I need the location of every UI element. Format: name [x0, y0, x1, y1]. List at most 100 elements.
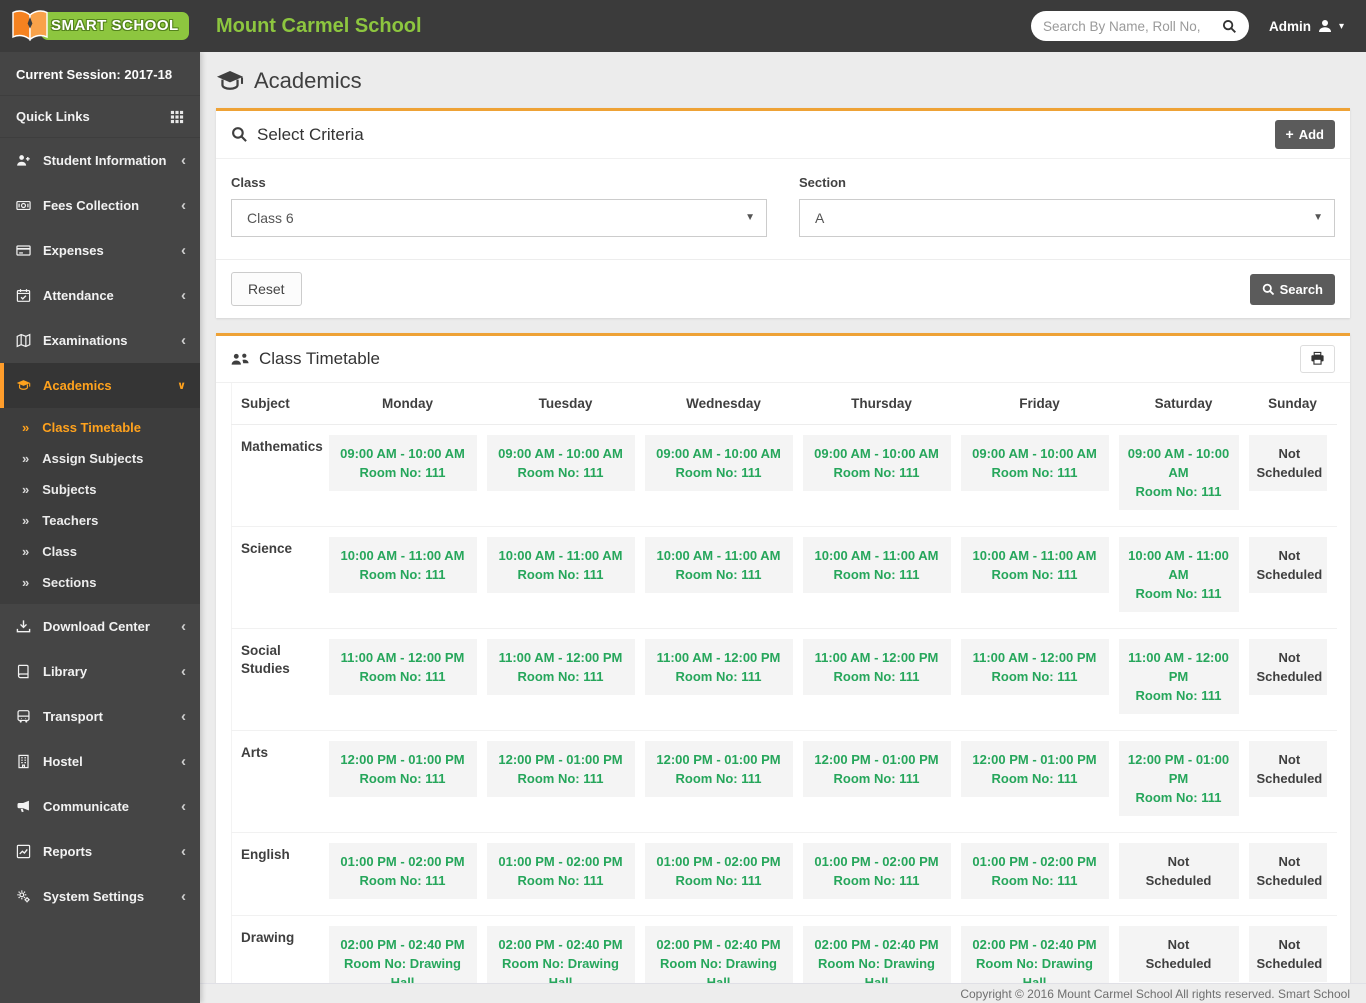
- timetable-cell: 12:00 PM - 01:00 PMRoom No: 111: [1119, 731, 1249, 833]
- calendar-check-icon: [16, 288, 32, 303]
- submenu-item-teachers[interactable]: »Teachers: [0, 505, 200, 536]
- print-button[interactable]: [1300, 345, 1335, 373]
- class-slot: 12:00 PM - 01:00 PMRoom No: 111: [645, 741, 793, 797]
- class-slot: 09:00 AM - 10:00 AMRoom No: 111: [329, 435, 477, 491]
- search-input[interactable]: [1043, 19, 1222, 34]
- not-scheduled-slot: Not Scheduled: [1249, 843, 1327, 899]
- slot-time: 12:00 PM - 01:00 PM: [495, 750, 627, 769]
- sidebar-item-hostel[interactable]: Hostel‹: [0, 739, 200, 784]
- sidebar-item-reports[interactable]: Reports‹: [0, 829, 200, 874]
- slot-time: 12:00 PM - 01:00 PM: [969, 750, 1101, 769]
- sidebar-item-examinations[interactable]: Examinations‹: [0, 318, 200, 363]
- sidebar-item-student-information[interactable]: Student Information‹: [0, 138, 200, 183]
- slot-time: 11:00 AM - 12:00 PM: [653, 648, 785, 667]
- slot-time: 11:00 AM - 12:00 PM: [1127, 648, 1231, 686]
- admin-menu[interactable]: Admin ▾: [1269, 19, 1344, 34]
- class-slot: 01:00 PM - 02:00 PMRoom No: 111: [329, 843, 477, 899]
- chevron-left-icon: ‹: [181, 712, 186, 722]
- reset-button[interactable]: Reset: [231, 272, 302, 306]
- slot-time: 12:00 PM - 01:00 PM: [337, 750, 469, 769]
- sidebar-item-download-center[interactable]: Download Center‹: [0, 604, 200, 649]
- academics-submenu: »Class Timetable»Assign Subjects»Subject…: [0, 408, 200, 604]
- class-slot: 12:00 PM - 01:00 PMRoom No: 111: [329, 741, 477, 797]
- sidebar-item-label: Download Center: [43, 619, 150, 634]
- submenu-item-class-timetable[interactable]: »Class Timetable: [0, 412, 200, 443]
- double-angle-icon: »: [22, 575, 29, 590]
- slot-room: Room No: 111: [653, 463, 785, 482]
- timetable-row: Arts12:00 PM - 01:00 PMRoom No: 11112:00…: [232, 731, 1337, 833]
- subject-cell: Arts: [232, 731, 329, 833]
- timetable-cell: 10:00 AM - 11:00 AMRoom No: 111: [1119, 527, 1249, 629]
- slot-room: Room No: 111: [1127, 686, 1231, 705]
- plus-icon: +: [1286, 129, 1294, 140]
- credit-card-icon: [16, 243, 32, 258]
- sidebar-item-label: Library: [43, 664, 87, 679]
- select-criteria-title: Select Criteria: [231, 125, 364, 145]
- not-scheduled-label: Not Scheduled: [1257, 750, 1323, 788]
- class-field: Class Class 6 ▼: [231, 175, 767, 237]
- slot-room: Room No: 111: [653, 565, 785, 584]
- class-slot: 09:00 AM - 10:00 AMRoom No: 111: [645, 435, 793, 491]
- slot-room: Room No: 111: [337, 463, 469, 482]
- chevron-left-icon: ‹: [181, 336, 186, 346]
- subject-cell: Science: [232, 527, 329, 629]
- slot-time: 09:00 AM - 10:00 AM: [1127, 444, 1231, 482]
- slot-room: Room No: 111: [495, 769, 627, 788]
- section-select[interactable]: A ▼: [799, 199, 1335, 237]
- not-scheduled-label: Not Scheduled: [1257, 648, 1323, 686]
- sidebar-item-attendance[interactable]: Attendance‹: [0, 273, 200, 318]
- sidebar-item-academics[interactable]: Academics∨: [0, 363, 200, 408]
- top-bar: SMART SCHOOL Mount Carmel School Admin ▾: [0, 0, 1366, 52]
- slot-time: 01:00 PM - 02:00 PM: [969, 852, 1101, 871]
- sidebar-item-expenses[interactable]: Expenses‹: [0, 228, 200, 273]
- class-slot: 12:00 PM - 01:00 PMRoom No: 111: [1119, 741, 1239, 816]
- sidebar-item-communicate[interactable]: Communicate‹: [0, 784, 200, 829]
- building-icon: [16, 754, 32, 769]
- slot-time: 11:00 AM - 12:00 PM: [337, 648, 469, 667]
- main-content: Academics Select Criteria +Add Class Cla…: [200, 52, 1366, 1003]
- class-slot: 09:00 AM - 10:00 AMRoom No: 111: [961, 435, 1109, 491]
- class-timetable-panel: Class Timetable SubjectMondayTuesdayWedn…: [216, 333, 1350, 1003]
- chevron-left-icon: ‹: [181, 892, 186, 902]
- chevron-left-icon: ‹: [181, 246, 186, 256]
- submenu-item-subjects[interactable]: »Subjects: [0, 474, 200, 505]
- class-slot: 10:00 AM - 11:00 AMRoom No: 111: [645, 537, 793, 593]
- sidebar-item-transport[interactable]: Transport‹: [0, 694, 200, 739]
- section-label: Section: [799, 175, 1335, 190]
- caret-down-icon: ▼: [745, 212, 755, 223]
- subject-cell: Mathematics: [232, 425, 329, 527]
- timetable-cell-empty: Not Scheduled: [1249, 731, 1337, 833]
- class-slot: 11:00 AM - 12:00 PMRoom No: 111: [645, 639, 793, 695]
- class-slot: 10:00 AM - 11:00 AMRoom No: 111: [329, 537, 477, 593]
- slot-room: Room No: 111: [653, 769, 785, 788]
- slot-time: 02:00 PM - 02:40 PM: [495, 935, 627, 954]
- search-button[interactable]: Search: [1250, 274, 1335, 305]
- add-button[interactable]: +Add: [1275, 120, 1335, 149]
- class-slot: 01:00 PM - 02:00 PMRoom No: 111: [645, 843, 793, 899]
- app-logo[interactable]: SMART SCHOOL: [0, 9, 200, 43]
- select-criteria-panel: Select Criteria +Add Class Class 6 ▼ Sec…: [216, 108, 1350, 318]
- timetable-cell: 12:00 PM - 01:00 PMRoom No: 111: [329, 731, 487, 833]
- sidebar-item-system-settings[interactable]: System Settings‹: [0, 874, 200, 919]
- submenu-item-assign-subjects[interactable]: »Assign Subjects: [0, 443, 200, 474]
- submenu-item-sections[interactable]: »Sections: [0, 567, 200, 598]
- slot-time: 01:00 PM - 02:00 PM: [653, 852, 785, 871]
- slot-room: Room No: 111: [811, 667, 943, 686]
- sidebar-item-fees-collection[interactable]: Fees Collection‹: [0, 183, 200, 228]
- timetable-cell: 11:00 AM - 12:00 PMRoom No: 111: [329, 629, 487, 731]
- quick-links[interactable]: Quick Links: [0, 96, 200, 138]
- class-select[interactable]: Class 6 ▼: [231, 199, 767, 237]
- not-scheduled-label: Not Scheduled: [1257, 444, 1323, 482]
- sidebar-item-library[interactable]: Library‹: [0, 649, 200, 694]
- slot-room: Room No: 111: [337, 871, 469, 890]
- class-slot: 11:00 AM - 12:00 PMRoom No: 111: [961, 639, 1109, 695]
- timetable-cell: 01:00 PM - 02:00 PMRoom No: 111: [961, 833, 1119, 916]
- sidebar-item-label: Communicate: [43, 799, 129, 814]
- search-icon[interactable]: [1222, 19, 1237, 34]
- slot-room: Room No: 111: [495, 565, 627, 584]
- timetable-cell: 10:00 AM - 11:00 AMRoom No: 111: [329, 527, 487, 629]
- timetable-cell-empty: Not Scheduled: [1249, 527, 1337, 629]
- timetable-cell: 10:00 AM - 11:00 AMRoom No: 111: [803, 527, 961, 629]
- submenu-item-class[interactable]: »Class: [0, 536, 200, 567]
- not-scheduled-slot: Not Scheduled: [1249, 435, 1327, 491]
